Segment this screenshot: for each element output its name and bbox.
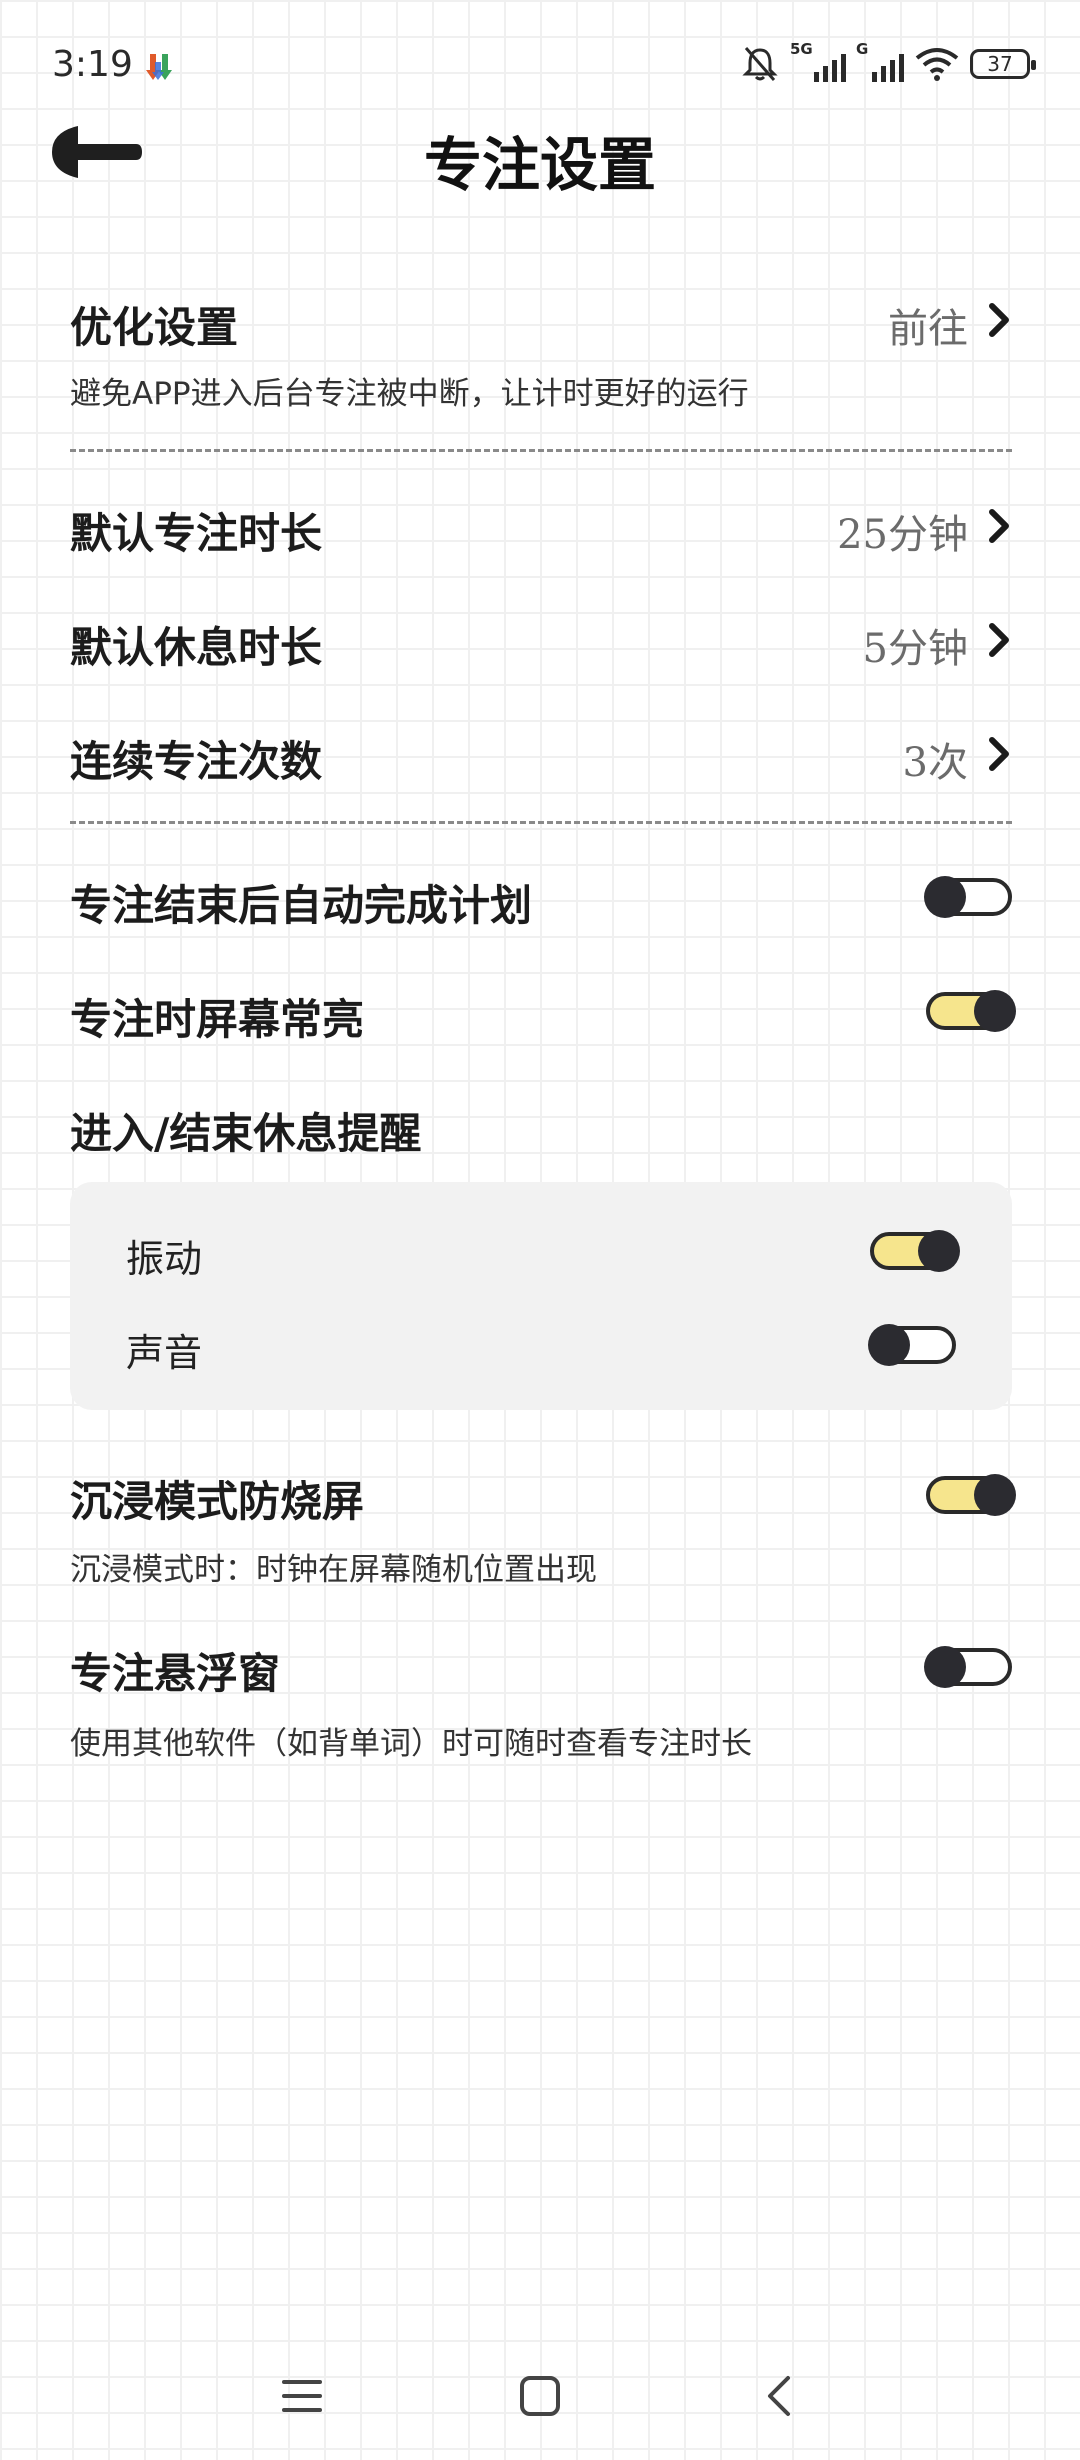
battery-icon: 37	[970, 49, 1036, 79]
immersive-subtitle: 沉浸模式时：时钟在屏幕随机位置出现	[70, 1552, 597, 1588]
signal-g-icon: G	[856, 40, 904, 82]
reminder-panel	[70, 1182, 1012, 1410]
toggle-knob	[918, 1230, 960, 1272]
download-arrows-icon	[146, 54, 172, 80]
chevron-right-icon	[989, 737, 1009, 771]
screen-on-toggle[interactable]	[926, 990, 1016, 1032]
focus-count-value: 3次	[902, 740, 968, 786]
focus-duration-value: 25分钟	[837, 512, 968, 558]
signal-g-tag: G	[856, 40, 869, 58]
optimize-settings-value: 前往	[888, 306, 968, 352]
sound-toggle[interactable]	[868, 1324, 956, 1366]
signal-5g-icon: 5G	[790, 40, 846, 82]
home-square-icon[interactable]	[518, 2374, 562, 2418]
wifi-icon	[915, 48, 959, 81]
toggle-knob	[924, 876, 966, 918]
toggle-knob	[924, 1646, 966, 1688]
battery-level: 37	[987, 52, 1013, 76]
bell-muted-icon	[742, 47, 778, 81]
vibration-toggle[interactable]	[870, 1230, 960, 1272]
status-icons: 5G G 37	[740, 40, 1036, 84]
menu-icon[interactable]	[280, 2374, 324, 2418]
toggle-knob	[974, 1474, 1016, 1516]
divider	[70, 821, 1012, 824]
optimize-settings-title: 优化设置	[70, 303, 239, 352]
focus-duration-title: 默认专注时长	[70, 509, 323, 558]
sound-label: 声音	[126, 1331, 203, 1375]
floating-window-subtitle: 使用其他软件（如背单词）时可随时查看专注时长	[70, 1726, 752, 1762]
divider	[70, 449, 1012, 452]
status-time: 3:19	[52, 44, 133, 85]
auto-complete-title: 专注结束后自动完成计划	[70, 881, 533, 930]
signal-5g-tag: 5G	[790, 40, 813, 58]
immersive-title: 沉浸模式防烧屏	[70, 1477, 365, 1526]
reminder-title: 进入/结束休息提醒	[70, 1109, 422, 1158]
screen-on-title: 专注时屏幕常亮	[70, 995, 365, 1044]
page-title: 专注设置	[423, 131, 656, 199]
toggle-knob	[974, 990, 1016, 1032]
immersive-toggle[interactable]	[926, 1474, 1016, 1516]
floating-window-toggle[interactable]	[924, 1646, 1012, 1688]
chevron-right-icon	[989, 509, 1009, 543]
toggle-knob	[868, 1324, 910, 1366]
focus-count-title: 连续专注次数	[70, 737, 323, 786]
break-duration-value: 5分钟	[862, 626, 968, 672]
vibration-label: 振动	[126, 1237, 203, 1281]
chevron-right-icon	[989, 303, 1009, 337]
chevron-right-icon	[989, 623, 1009, 657]
break-duration-title: 默认休息时长	[70, 623, 323, 672]
auto-complete-toggle[interactable]	[924, 876, 1012, 918]
back-chevron-icon[interactable]	[758, 2374, 802, 2418]
optimize-settings-subtitle: 避免APP进入后台专注被中断，让计时更好的运行	[70, 376, 749, 412]
floating-window-title: 专注悬浮窗	[70, 1649, 281, 1698]
